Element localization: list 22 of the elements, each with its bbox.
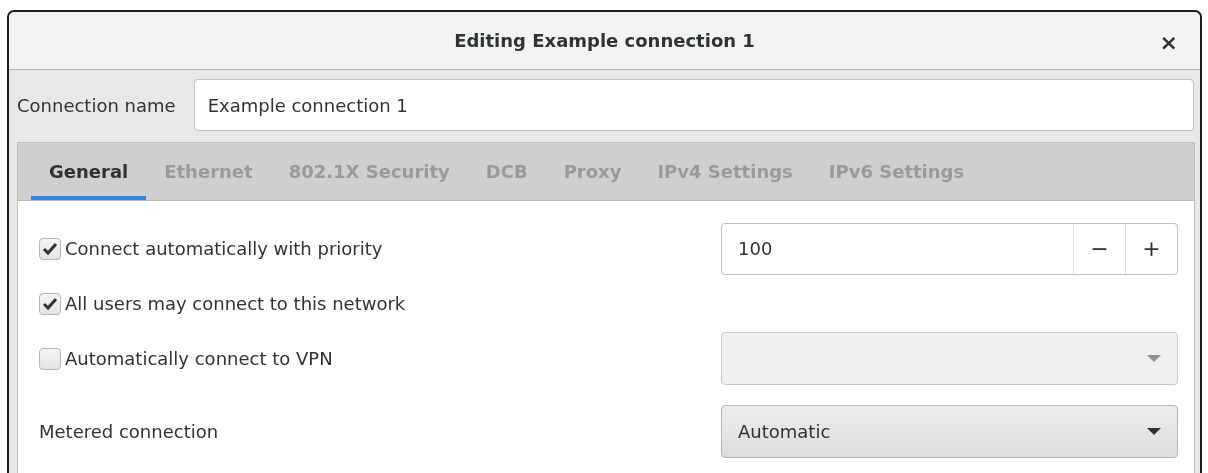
- checkbox[interactable]: [39, 237, 61, 260]
- connection-name-field[interactable]: Example connection 1: [193, 79, 1194, 131]
- window-title: Editing Example connection 1: [454, 29, 755, 53]
- checkbox-label: Connect automatically with priority: [65, 237, 383, 261]
- close-button[interactable]: ×: [1151, 26, 1186, 59]
- checkbox-label: Automatically connect to VPN: [65, 347, 333, 371]
- checkbox[interactable]: [39, 292, 61, 315]
- field-label: Metered connection: [39, 420, 219, 444]
- priority-value: 100: [737, 237, 774, 261]
- tab[interactable]: General: [31, 146, 147, 200]
- dropdown-value: Automatic: [738, 420, 831, 444]
- decrement-button[interactable]: −: [1073, 223, 1125, 274]
- checkbox[interactable]: [39, 347, 61, 370]
- check-icon: [43, 297, 57, 310]
- priority-spin-field[interactable]: 100 − +: [721, 222, 1178, 275]
- connection-name-label: Connection name: [17, 93, 176, 118]
- dropdown-caret-icon: [1147, 354, 1161, 363]
- increment-button[interactable]: +: [1125, 223, 1177, 274]
- checkbox-label: All users may connect to this network: [65, 292, 406, 316]
- dropdown[interactable]: Automatic: [721, 405, 1178, 458]
- check-icon: [43, 242, 57, 255]
- dropdown-caret-icon: [1147, 427, 1161, 436]
